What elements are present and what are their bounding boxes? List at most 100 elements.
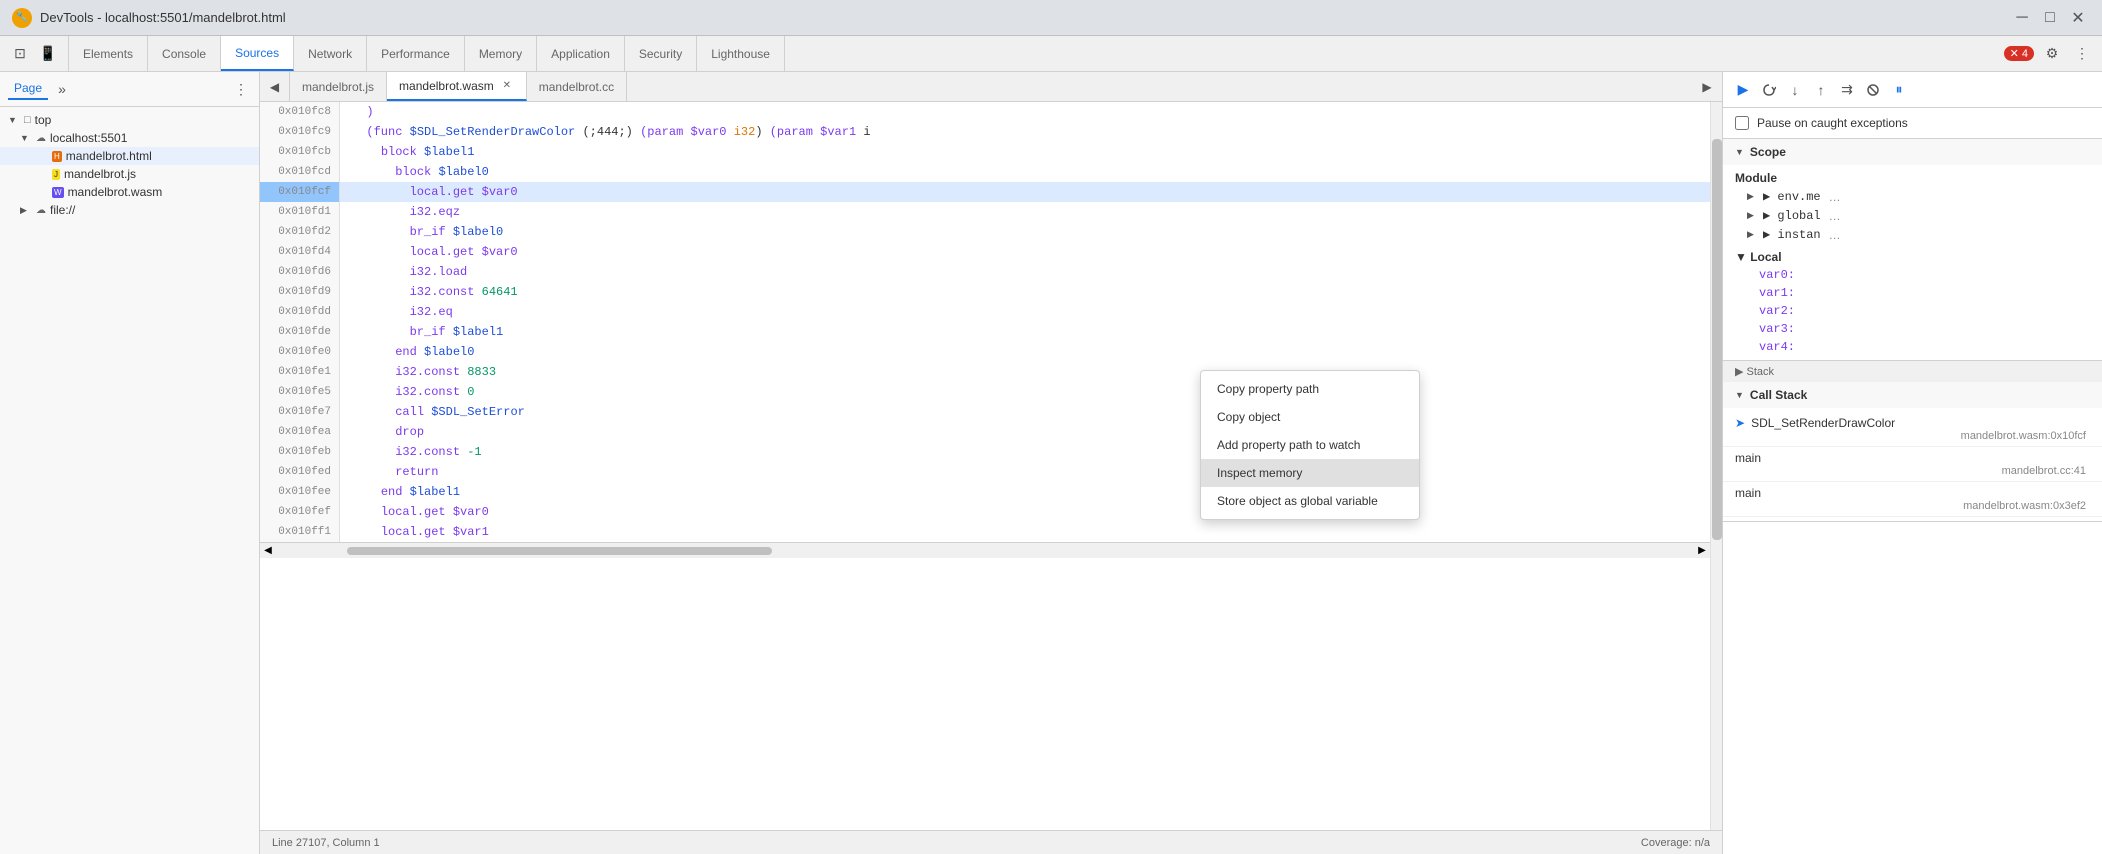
code-area: ◀ mandelbrot.js mandelbrot.wasm ✕ mandel… <box>260 72 1722 854</box>
tabbar-icons: ⊡ 📱 <box>0 36 69 71</box>
coverage-status: Coverage: n/a <box>1641 837 1710 849</box>
callstack-item-0[interactable]: ➤ SDL_SetRenderDrawColor mandelbrot.wasm… <box>1723 412 2102 447</box>
window-controls: ─ □ ✕ <box>2010 6 2090 30</box>
tab-application[interactable]: Application <box>537 36 625 71</box>
call-stack-header[interactable]: ▼ Call Stack <box>1723 382 2102 408</box>
code-editor[interactable]: 0x010fc8 ) 0x010fc9 (func $SDL_SetRender… <box>260 102 1710 830</box>
code-line-0: 0x010fc8 ) <box>260 102 1710 122</box>
callstack-name-0: ➤ SDL_SetRenderDrawColor <box>1735 416 2090 430</box>
titlebar: 🔧 DevTools - localhost:5501/mandelbrot.h… <box>0 0 2102 36</box>
settings-icon[interactable]: ⚙ <box>2040 42 2064 66</box>
callstack-loc-0: mandelbrot.wasm:0x10fcf <box>1735 430 2090 442</box>
right-panel: ▶ ↓ ↑ ⇉ ⏸ Pause on caught exceptions ▼ <box>1722 72 2102 854</box>
hscrollbar-thumb <box>347 547 772 555</box>
scroll-left-btn[interactable]: ◀ <box>260 543 276 559</box>
main-content: Page » ⋮ ▼ □ top ▼ ☁ localhost:5501 H ma… <box>0 72 2102 854</box>
sidebar-expand-btn[interactable]: » <box>52 79 72 99</box>
scope-header[interactable]: ▼ Scope <box>1723 139 2102 165</box>
step-into-button[interactable]: ↓ <box>1783 78 1807 102</box>
devtools-icon: 🔧 <box>12 8 32 28</box>
tab-performance[interactable]: Performance <box>367 36 465 71</box>
cursor-position: Line 27107, Column 1 <box>272 837 380 849</box>
local-var2: var2: <box>1723 302 2102 320</box>
call-stack-content: ➤ SDL_SetRenderDrawColor mandelbrot.wasm… <box>1723 408 2102 521</box>
run-snippet-button[interactable]: ▶ <box>1692 72 1722 101</box>
code-line-11: 0x010fde br_if $label1 <box>260 322 1710 342</box>
code-line-19: 0x010fee end $label1 <box>260 482 1710 502</box>
code-line-4-highlighted: 0x010fcf local.get $var0 <box>260 182 1710 202</box>
tree-item-localhost[interactable]: ▼ ☁ localhost:5501 <box>0 129 259 147</box>
code-tab-mandelbrot-cc[interactable]: mandelbrot.cc <box>527 72 627 101</box>
code-body: 0x010fc8 ) 0x010fc9 (func $SDL_SetRender… <box>260 102 1722 830</box>
cloud-icon: ☁ <box>36 133 46 144</box>
code-line-21: 0x010ff1 local.get $var1 <box>260 522 1710 542</box>
code-line-16: 0x010fea drop <box>260 422 1710 442</box>
tab-security[interactable]: Security <box>625 36 697 71</box>
callstack-item-2[interactable]: main mandelbrot.wasm:0x3ef2 <box>1723 482 2102 517</box>
tree-item-mandelbrot-wasm[interactable]: W mandelbrot.wasm <box>0 183 259 201</box>
wasm-icon: W <box>52 187 64 198</box>
horizontal-scrollbar[interactable]: ◀ ▶ <box>260 542 1710 558</box>
code-line-6: 0x010fd2 br_if $label0 <box>260 222 1710 242</box>
code-line-9: 0x010fd9 i32.const 64641 <box>260 282 1710 302</box>
call-stack-arrow: ▼ <box>1735 390 1744 400</box>
device-icon[interactable]: 📱 <box>36 42 60 66</box>
sidebar-tab-page[interactable]: Page <box>8 78 48 100</box>
tree-item-mandelbrot-html[interactable]: H mandelbrot.html <box>0 147 259 165</box>
close-button[interactable]: ✕ <box>2066 6 2090 30</box>
code-line-13: 0x010fe1 i32.const 8833 <box>260 362 1710 382</box>
vscrollbar-thumb <box>1712 139 1722 539</box>
code-tab-mandelbrot-wasm[interactable]: mandelbrot.wasm ✕ <box>387 72 527 101</box>
error-badge[interactable]: ✕ 4 <box>2004 46 2034 61</box>
code-tab-mandelbrot-js[interactable]: mandelbrot.js <box>290 72 387 101</box>
tab-sources[interactable]: Sources <box>221 36 294 71</box>
step-out-button[interactable]: ↑ <box>1809 78 1833 102</box>
resume-button[interactable]: ▶ <box>1731 78 1755 102</box>
callstack-icon-0: ➤ <box>1735 416 1745 430</box>
close-tab-wasm[interactable]: ✕ <box>500 79 514 93</box>
maximize-button[interactable]: □ <box>2038 6 2062 30</box>
pause-exceptions-section: Pause on caught exceptions <box>1723 108 2102 139</box>
tab-lighthouse[interactable]: Lighthouse <box>697 36 785 71</box>
tab-network[interactable]: Network <box>294 36 367 71</box>
minimize-button[interactable]: ─ <box>2010 6 2034 30</box>
scope-env[interactable]: ▶ ▶ env.me … <box>1723 187 2102 206</box>
inspect-icon[interactable]: ⊡ <box>8 42 32 66</box>
scroll-right-btn[interactable]: ▶ <box>1694 543 1710 559</box>
pause-checkbox[interactable] <box>1735 116 1749 130</box>
callstack-item-1[interactable]: main mandelbrot.cc:41 <box>1723 447 2102 482</box>
code-line-20: 0x010fef local.get $var0 <box>260 502 1710 522</box>
stack-section-header[interactable]: ▶ Stack <box>1723 361 2102 382</box>
local-var1: var1: <box>1723 284 2102 302</box>
vertical-scrollbar[interactable] <box>1710 102 1722 830</box>
tab-elements[interactable]: Elements <box>69 36 148 71</box>
code-nav-back[interactable]: ◀ <box>260 72 290 101</box>
ellipsis-instance: … <box>1829 228 1841 242</box>
scope-content: Module ▶ ▶ env.me … ▶ ▶ global … ▶ ▶ ins… <box>1723 165 2102 360</box>
code-line-8: 0x010fd6 i32.load <box>260 262 1710 282</box>
sidebar-tree: ▼ □ top ▼ ☁ localhost:5501 H mandelbrot.… <box>0 107 259 854</box>
callstack-name-1: main <box>1735 451 2090 465</box>
code-line-3: 0x010fcd block $label0 <box>260 162 1710 182</box>
more-icon[interactable]: ⋮ <box>2070 42 2094 66</box>
code-line-10: 0x010fdd i32.eq <box>260 302 1710 322</box>
window-title: DevTools - localhost:5501/mandelbrot.htm… <box>40 10 2002 25</box>
step-back-button[interactable]: ⇉ <box>1835 78 1859 102</box>
step-over-button[interactable] <box>1757 78 1781 102</box>
tree-item-mandelbrot-js[interactable]: J mandelbrot.js <box>0 165 259 183</box>
code-line-7: 0x010fd4 local.get $var0 <box>260 242 1710 262</box>
scope-global[interactable]: ▶ ▶ global … <box>1723 206 2102 225</box>
tab-console[interactable]: Console <box>148 36 221 71</box>
callstack-name-2: main <box>1735 486 2090 500</box>
tree-item-file[interactable]: ▶ ☁ file:// <box>0 201 259 219</box>
sidebar-menu-btn[interactable]: ⋮ <box>231 79 251 99</box>
local-header: ▼ Local <box>1723 248 2102 266</box>
sidebar: Page » ⋮ ▼ □ top ▼ ☁ localhost:5501 H ma… <box>0 72 260 854</box>
tab-memory[interactable]: Memory <box>465 36 537 71</box>
scope-instance[interactable]: ▶ ▶ instan … <box>1723 225 2102 244</box>
deactivate-button[interactable] <box>1861 78 1885 102</box>
pause-on-exception-button[interactable]: ⏸ <box>1887 78 1911 102</box>
tree-item-top[interactable]: ▼ □ top <box>0 111 259 129</box>
code-line-2: 0x010fcb block $label1 <box>260 142 1710 162</box>
tree-arrow: ▼ <box>20 133 32 143</box>
